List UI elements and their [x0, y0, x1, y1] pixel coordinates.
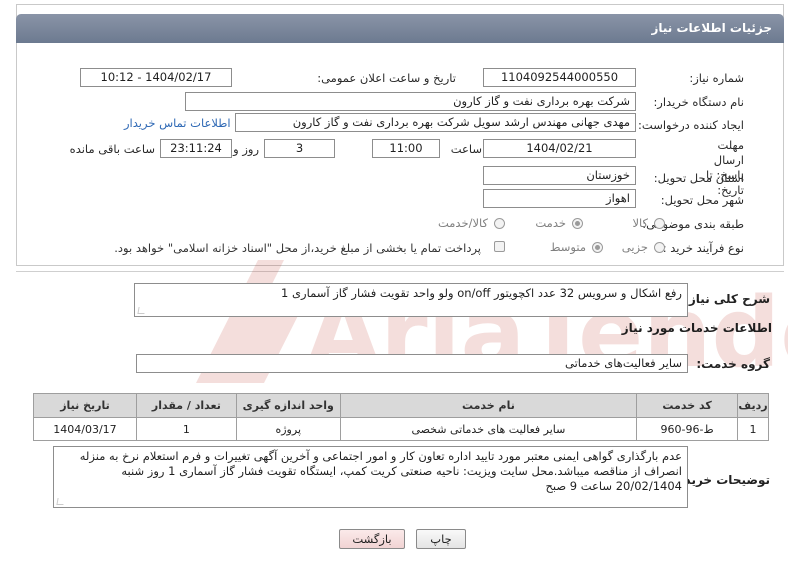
cell-quantity: 1	[135, 417, 237, 441]
col-header-service-name: نام خدمت	[339, 393, 638, 418]
resize-grip-icon[interactable]	[56, 498, 65, 505]
services-table: ردیف کد خدمت نام خدمت واحد اندازه گیری ت…	[33, 393, 769, 441]
table-header-row: ردیف کد خدمت نام خدمت واحد اندازه گیری ت…	[33, 393, 769, 418]
contact-info-link[interactable]: اطلاعات تماس خریدار	[124, 116, 231, 130]
city-label: شهر محل تحویل:	[660, 193, 744, 207]
summary-textarea[interactable]: رفع اشکال و سرویس 32 عدد اکچویتور on/off…	[134, 283, 688, 317]
time-label: ساعت	[450, 142, 482, 156]
services-section-title: اطلاعات خدمات مورد نیاز	[621, 321, 772, 335]
cell-need-date: 1404/03/17	[33, 417, 137, 441]
col-header-service-code: کد خدمت	[636, 393, 739, 418]
col-header-row-no: ردیف	[737, 393, 769, 418]
back-button[interactable]: بازگشت	[339, 529, 405, 549]
buyer-notes-text: عدم بارگذاری گواهی ایمنی معتبر مورد تایی…	[79, 449, 682, 493]
category-radio-both[interactable]	[494, 218, 505, 229]
remaining-time-field[interactable]: 23:11:24	[160, 139, 232, 158]
deadline-time-field[interactable]: 11:00	[372, 139, 440, 158]
category-option-service: خدمت	[535, 216, 566, 230]
cell-service-name: سایر فعالیت های خدماتی شخصی	[339, 417, 638, 441]
category-option-goods: کالا	[632, 216, 648, 230]
days-label: روز و	[233, 142, 259, 156]
province-label: استان محل تحویل:	[653, 171, 744, 185]
summary-label: شرح کلی نیاز:	[684, 292, 770, 306]
section-divider	[16, 271, 784, 272]
remaining-label: ساعت باقی مانده	[69, 142, 155, 156]
col-header-unit: واحد اندازه گیری	[235, 393, 341, 418]
buyer-notes-textarea[interactable]: عدم بارگذاری گواهی ایمنی معتبر مورد تایی…	[53, 446, 688, 508]
cell-service-code: ط-96-960	[636, 417, 739, 441]
deadline-date-field[interactable]: 1404/02/21	[483, 139, 636, 158]
need-number-field[interactable]: 1104092544000550	[483, 68, 636, 87]
province-field[interactable]: خوزستان	[483, 166, 636, 185]
buyer-org-label: نام دستگاه خریدار:	[653, 95, 744, 109]
service-group-field[interactable]: سایر فعالیت‌های خدماتی	[136, 354, 688, 373]
treasury-payment-checkbox[interactable]	[494, 241, 505, 252]
need-number-label: شماره نیاز:	[689, 71, 744, 85]
deadline-label: مهلت ارسال پاسخ: تا تاریخ:	[706, 138, 744, 197]
resize-grip-icon[interactable]	[137, 307, 146, 314]
creator-field[interactable]: مهدی جهانی مهندس ارشد سویل شرکت بهره برد…	[235, 113, 636, 132]
process-option-minor: جزیی	[621, 240, 648, 254]
treasury-payment-note: پرداخت تمام یا بخشی از مبلغ خرید،از محل …	[114, 241, 481, 255]
process-radio-minor[interactable]	[654, 242, 665, 253]
process-option-medium: متوسط	[549, 240, 586, 254]
buyer-org-field[interactable]: شرکت بهره برداری نفت و گاز کارون	[185, 92, 636, 111]
cell-row-no: 1	[737, 417, 769, 441]
category-radio-goods[interactable]	[654, 218, 665, 229]
process-label: نوع فرآیند خرید :	[662, 241, 744, 255]
category-option-both: کالا/خدمت	[437, 216, 488, 230]
col-header-need-date: تاریخ نیاز	[33, 393, 137, 418]
col-header-quantity: تعداد / مقدار	[135, 393, 237, 418]
announce-label: تاریخ و ساعت اعلان عمومی:	[317, 71, 456, 85]
table-row: 1 ط-96-960 سایر فعالیت های خدماتی شخصی پ…	[33, 417, 769, 441]
panel-header: جزئیات اطلاعات نیاز	[16, 14, 784, 43]
city-field[interactable]: اهواز	[483, 189, 636, 208]
announce-field[interactable]: 1404/02/17 - 10:12	[80, 68, 232, 87]
category-radio-service[interactable]	[572, 218, 583, 229]
service-group-label: گروه خدمت:	[696, 357, 770, 371]
print-button[interactable]: چاپ	[416, 529, 466, 549]
summary-text: رفع اشکال و سرویس 32 عدد اکچویتور on/off…	[281, 286, 682, 300]
days-field[interactable]: 3	[264, 139, 335, 158]
process-radio-medium[interactable]	[592, 242, 603, 253]
creator-label: ایجاد کننده درخواست:	[638, 118, 744, 132]
cell-unit: پروژه	[235, 417, 341, 441]
